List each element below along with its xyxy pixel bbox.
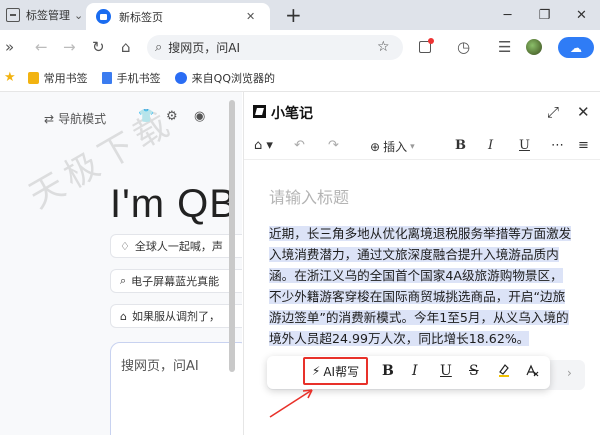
search-placeholder: 搜网页，问AI	[121, 359, 199, 374]
chevron-down-icon: ▾	[410, 141, 415, 152]
tab-title: 标签管理	[26, 9, 70, 22]
hot-topic-item[interactable]: ♢ 全球人一起喊，声	[110, 234, 242, 258]
more-icon[interactable]: ⋯	[551, 138, 564, 154]
hot-topic-label: 如果服从调剂了，	[131, 310, 220, 323]
note-title-input[interactable]: 请输入标题	[269, 184, 349, 208]
clear-format-icon[interactable]	[525, 363, 539, 381]
avatar[interactable]	[526, 39, 542, 55]
skin-icon[interactable]: 👕	[138, 109, 154, 124]
cloud-sync-button[interactable]: ☁	[558, 37, 594, 58]
new-tab-button[interactable]: +	[285, 3, 302, 27]
sidebar-expand-icon[interactable]: »	[5, 38, 14, 56]
menu-icon[interactable]: ☰	[498, 38, 511, 56]
lightbulb-icon: ♢	[120, 239, 130, 253]
insert-label: 插入	[383, 140, 408, 154]
new-tab-page: 天极下载 ⇄ 导航模式 👕 ⚙ ◉ I'm QB ♢ 全球人一起喊，声 ⌕ 电子…	[0, 92, 242, 435]
hero-title: I'm QB	[110, 182, 237, 226]
minimize-icon[interactable]: ─	[489, 0, 526, 30]
bookmark-folder-common[interactable]: 常用书签	[27, 70, 88, 86]
close-icon[interactable]: ✕	[577, 103, 590, 121]
search-icon: ⌕	[120, 274, 127, 287]
ai-write-button[interactable]: ⚡ AI帮写	[303, 357, 368, 385]
restore-icon[interactable]: ❐	[526, 0, 563, 30]
qq-browser-icon	[174, 71, 187, 84]
close-icon[interactable]: ✕	[246, 11, 255, 22]
bookmark-label: 来自QQ浏览器的	[191, 71, 275, 85]
annotation-arrow	[269, 389, 313, 418]
nav-mode-label: 导航模式	[58, 112, 107, 126]
undo-icon[interactable]: ↶	[294, 138, 305, 154]
bookmark-folder-qq[interactable]: 来自QQ浏览器的	[174, 70, 275, 86]
swap-icon: ⇄	[44, 111, 55, 126]
note-line: 涵。在浙江义乌的全国首个国家4A级旅游购物景区，	[269, 268, 563, 283]
insert-button[interactable]: ⊕ 插入 ▾	[370, 138, 415, 155]
tab-new-tab[interactable]: 新标签页 ✕	[86, 3, 270, 30]
extension-icon[interactable]	[419, 38, 434, 53]
qq-browser-icon	[96, 9, 111, 24]
home-icon[interactable]: ⌂	[121, 38, 131, 56]
list-icon[interactable]: ≡	[578, 138, 589, 154]
panel-header: 小笔记 ⤢ ✕	[244, 92, 600, 132]
tab-title: 新标签页	[119, 10, 163, 24]
tab-manager-icon	[6, 8, 20, 22]
tab-strip: 标签管理 ⌄ 新标签页 ✕ + ─ ❐ ✕	[0, 0, 600, 30]
plus-circle-icon: ⊕	[370, 139, 381, 154]
reload-icon[interactable]: ↻	[92, 38, 105, 56]
chevron-down-icon[interactable]: ⌄	[74, 10, 83, 21]
strikethrough-icon[interactable]: S	[469, 363, 479, 379]
scrollbar[interactable]	[229, 100, 235, 372]
editor-toolbar: ⌂ ▾ ↶ ↷ ⊕ 插入 ▾ B I U ⋯ ≡	[244, 132, 600, 160]
note-line: 境外人员超24.99万人次，同比增长18.62%。	[269, 331, 530, 346]
note-logo-icon	[253, 105, 266, 118]
bookmark-star-icon[interactable]: ☆	[377, 39, 390, 55]
hot-topic-label: 电子屏幕蓝光真能	[131, 275, 220, 288]
highlight-icon[interactable]	[497, 363, 511, 381]
highlight-icon-svg	[499, 364, 509, 377]
eye-icon[interactable]: ◉	[194, 109, 205, 124]
panel-title: 小笔记	[271, 106, 313, 122]
browser-toolbar: » ← → ↻ ⌂ ⌕ 搜网页，问AI ☆ ◷ ☰ ☁	[0, 30, 600, 64]
note-line: 近期，长三角多地从优化离境退税服务举措等方面激发	[269, 226, 572, 241]
history-icon[interactable]: ◷	[457, 38, 470, 56]
window-controls: ─ ❐ ✕	[489, 0, 600, 30]
forward-icon[interactable]: →	[63, 38, 76, 56]
italic-icon[interactable]: I	[412, 363, 418, 379]
tab-tab-manager[interactable]: 标签管理 ⌄	[0, 0, 86, 30]
star-icon[interactable]: ★	[4, 70, 16, 85]
bookmark-label: 手机书签	[116, 71, 161, 85]
bold-icon[interactable]: B	[382, 363, 394, 379]
hot-topic-item[interactable]: ⌕ 电子屏幕蓝光真能	[110, 269, 242, 293]
clear-format-icon-svg	[526, 364, 539, 377]
folder-icon	[27, 71, 39, 84]
close-window-icon[interactable]: ✕	[563, 0, 600, 30]
bookmark-folder-mobile[interactable]: 手机书签	[101, 70, 161, 86]
hot-topic-item[interactable]: ⌂ 如果服从调剂了，	[110, 304, 242, 328]
italic-icon[interactable]: I	[488, 138, 493, 154]
expand-icon[interactable]: ⤢	[547, 103, 559, 121]
note-body[interactable]: 近期，长三角多地从优化离境退税服务举措等方面激发 入境消费潜力，通过文旅深度融合…	[269, 223, 585, 349]
ai-write-label: AI帮写	[323, 364, 360, 379]
hot-topic-label: 全球人一起喊，声	[134, 240, 223, 253]
search-box[interactable]: 搜网页，问AI	[110, 342, 242, 435]
bookmark-label: 常用书签	[43, 71, 88, 85]
home-format-icon[interactable]: ⌂ ▾	[254, 138, 273, 154]
magic-wand-icon: ⚡	[311, 364, 321, 378]
note-line: 游边签单”的消费新模式。今年1至5月，从义乌入境的	[269, 310, 569, 325]
graduation-cap-icon: ⌂	[120, 309, 127, 323]
underline-icon[interactable]: U	[519, 138, 530, 154]
chevron-right-icon[interactable]: ›	[567, 366, 572, 380]
mobile-bookmark-icon	[101, 71, 112, 84]
address-placeholder: 搜网页，问AI	[168, 41, 241, 55]
address-bar[interactable]: ⌕ 搜网页，问AI	[147, 35, 403, 60]
redo-icon[interactable]: ↷	[328, 138, 339, 154]
search-icon: ⌕	[155, 40, 163, 55]
underline-icon[interactable]: U	[440, 363, 452, 379]
bold-icon[interactable]: B	[455, 138, 466, 154]
bookmarks-bar: ★ 常用书签 手机书签 来自QQ浏览器的	[0, 64, 600, 92]
note-line: 入境消费潜力，通过文旅深度融合提升入境游品质内	[269, 247, 559, 262]
gear-icon[interactable]: ⚙	[166, 109, 178, 124]
nav-mode-toggle[interactable]: ⇄ 导航模式	[44, 110, 106, 127]
note-line: 不少外籍游客穿梭在国际商贸城挑选商品，开启“边旅	[269, 289, 566, 304]
back-icon[interactable]: ←	[35, 38, 48, 56]
